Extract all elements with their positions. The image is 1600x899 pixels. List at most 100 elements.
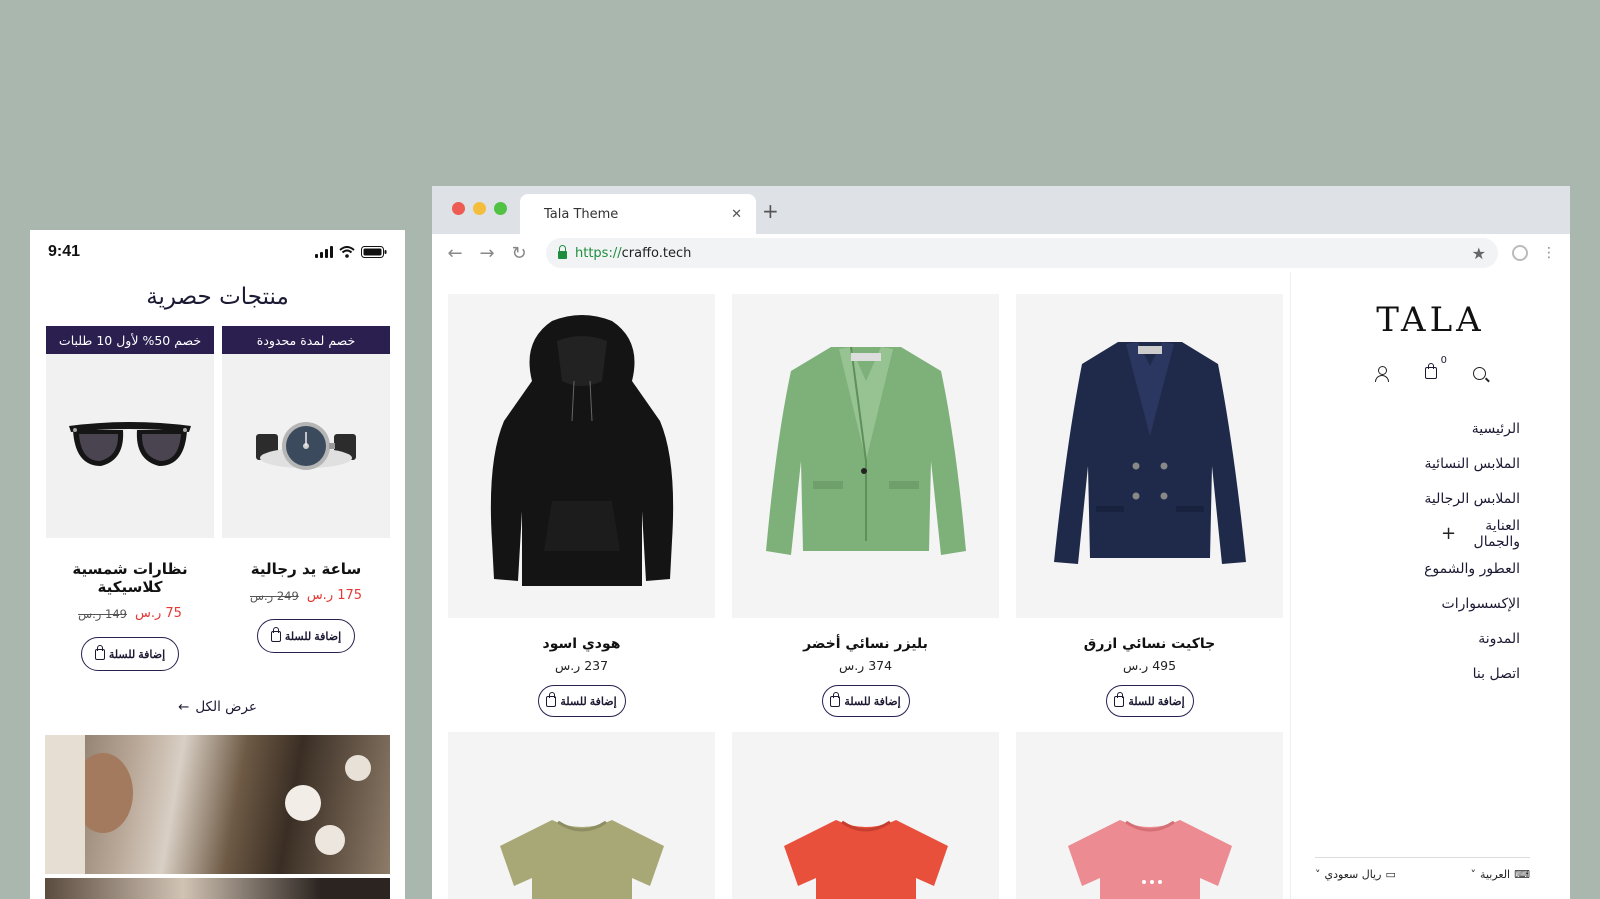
language-selector[interactable]: ⌨ العربية ˅ (1471, 868, 1530, 881)
tab-strip: Tala Theme ✕ + (432, 186, 1570, 234)
product-name[interactable]: نظارات شمسية كلاسيكية (46, 560, 214, 596)
url-scheme: https:// (575, 245, 622, 261)
wifi-icon (339, 246, 355, 258)
shopping-bag-icon (1114, 691, 1125, 707)
bookmark-star-icon[interactable]: ★ (1472, 244, 1486, 263)
wallet-icon: ▭ (1385, 868, 1396, 881)
minimize-window-button[interactable] (473, 202, 486, 215)
reload-icon[interactable]: ↻ (510, 243, 528, 264)
cart-count-badge: 0 (1440, 355, 1447, 366)
new-tab-icon[interactable]: + (762, 199, 779, 223)
sale-price: 175 ر.س (306, 588, 363, 603)
header-actions: 0 (1291, 355, 1570, 383)
product-image-tshirt[interactable] (1016, 732, 1283, 899)
product-image-tshirt[interactable] (448, 732, 715, 899)
green-blazer-image (765, 346, 966, 555)
browser-window: Tala Theme ✕ + ← → ↻ https://craffo.tech… (432, 186, 1570, 899)
shopping-bag-icon (1425, 363, 1437, 379)
mobile-preview: 9:41 منتجات حصرية خصم لمدة محدودة ساعة ي… (30, 230, 405, 899)
signal-icon (315, 246, 333, 258)
product-price: 495 ر.س (1122, 658, 1177, 673)
product-grid: هودي اسود 237 ر.س إضافة للسلة بليزر نسائ… (448, 294, 1283, 717)
sidebar-footer: ⌨ العربية ˅ ▭ ريال سعودي ˅ (1315, 857, 1530, 881)
promo-products: خصم لمدة محدودة ساعة يد رجالية 175 ر.س 2… (30, 326, 405, 671)
add-to-cart-button[interactable]: إضافة للسلة (1105, 685, 1194, 717)
status-bar: 9:41 (30, 230, 405, 274)
nav-item-home[interactable]: الرئيسية (1291, 411, 1520, 446)
translate-icon: ⌨ (1514, 868, 1530, 881)
product-image-wristwatch[interactable] (222, 354, 390, 538)
product-card[interactable]: هودي اسود 237 ر.س إضافة للسلة (448, 294, 715, 717)
chevron-down-icon: ˅ (1470, 868, 1477, 881)
shopping-bag-icon (830, 691, 841, 707)
product-price: 237 ر.س (554, 658, 609, 673)
promo-banner: خصم 50% لأول 10 طلبات (46, 326, 214, 354)
browser-tab[interactable]: Tala Theme ✕ (520, 194, 756, 234)
nav-item-accessories[interactable]: الإكسسوارات (1291, 586, 1520, 621)
product-name[interactable]: جاكيت نسائي ازرق (1016, 636, 1283, 652)
window-controls (452, 202, 507, 215)
original-price: 149 ر.س (78, 606, 127, 621)
battery-icon (361, 246, 387, 258)
product-name[interactable]: بليزر نسائي أخضر (732, 636, 999, 652)
pink-tshirt-image (1067, 820, 1232, 899)
original-price: 249 ر.س (249, 588, 299, 603)
search-icon[interactable] (1473, 367, 1486, 380)
main-navigation: الرئيسية الملابس النسائية الملابس الرجال… (1291, 411, 1570, 691)
section-title: منتجات حصرية (146, 284, 289, 310)
close-window-button[interactable] (452, 202, 465, 215)
back-icon[interactable]: ← (446, 243, 464, 264)
product-card[interactable]: جاكيت نسائي ازرق 495 ر.س إضافة للسلة (1016, 294, 1283, 717)
product-price: 374 ر.س (838, 658, 893, 673)
sunglasses-image (69, 422, 191, 466)
lifestyle-banner-image[interactable] (45, 878, 390, 899)
nav-item-blog[interactable]: المدونة (1291, 621, 1520, 656)
product-card[interactable]: بليزر نسائي أخضر 374 ر.س إضافة للسلة (732, 294, 999, 717)
nav-item-perfumes-candles[interactable]: العطور والشموع (1291, 551, 1520, 586)
product-image-green-blazer[interactable] (732, 294, 999, 618)
blue-jacket-image (1053, 342, 1246, 564)
more-menu-icon[interactable]: ⋮ (1542, 245, 1556, 261)
lifestyle-banner-image[interactable] (45, 735, 390, 874)
browser-toolbar: ← → ↻ https://craffo.tech ★ ⋮ (432, 234, 1570, 272)
product-card[interactable] (1016, 732, 1283, 899)
product-card[interactable]: خصم لمدة محدودة ساعة يد رجالية 175 ر.س 2… (222, 326, 390, 671)
nav-item-womens-clothing[interactable]: الملابس النسائية (1291, 446, 1520, 481)
address-bar[interactable]: https://craffo.tech ★ (546, 238, 1498, 268)
promo-banner: خصم لمدة محدودة (222, 326, 390, 354)
user-account-icon[interactable] (1375, 365, 1389, 382)
currency-selector[interactable]: ▭ ريال سعودي ˅ (1315, 868, 1396, 881)
add-to-cart-button[interactable]: إضافة للسلة (81, 637, 179, 671)
nav-item-mens-clothing[interactable]: الملابس الرجالية (1291, 481, 1520, 516)
product-image-hoodie[interactable] (448, 294, 715, 618)
add-to-cart-button[interactable]: إضافة للسلة (821, 685, 910, 717)
product-image-blue-jacket[interactable] (1016, 294, 1283, 618)
product-name[interactable]: هودي اسود (448, 636, 715, 652)
cart-button[interactable]: 0 (1425, 355, 1447, 383)
lamp-shape (285, 785, 321, 821)
product-image-sunglasses[interactable] (46, 354, 214, 538)
product-card[interactable] (448, 732, 715, 899)
product-image-tshirt[interactable] (732, 732, 999, 899)
store-page: هودي اسود 237 ر.س إضافة للسلة بليزر نسائ… (432, 272, 1570, 899)
arrow-left-icon: ← (178, 699, 190, 715)
product-card[interactable]: خصم 50% لأول 10 طلبات نظارات شمسية كلاسي… (46, 326, 214, 671)
add-to-cart-button[interactable]: إضافة للسلة (257, 619, 355, 653)
olive-tshirt-image (499, 820, 664, 899)
product-name[interactable]: ساعة يد رجالية (222, 560, 390, 578)
product-listing: هودي اسود 237 ر.س إضافة للسلة بليزر نسائ… (432, 272, 1290, 899)
forward-icon[interactable]: → (478, 243, 496, 264)
status-time: 9:41 (48, 243, 81, 260)
product-card[interactable] (732, 732, 999, 899)
red-tshirt-image (783, 820, 948, 899)
add-to-cart-button[interactable]: إضافة للسلة (537, 685, 626, 717)
store-logo[interactable]: TALA (1291, 300, 1570, 340)
maximize-window-button[interactable] (494, 202, 507, 215)
view-all-link[interactable]: عرض الكل ← (30, 699, 405, 715)
close-tab-icon[interactable]: ✕ (731, 207, 742, 222)
nav-item-beauty-care[interactable]: العناية والجمال + (1291, 516, 1520, 551)
nav-item-contact[interactable]: اتصل بنا (1291, 656, 1520, 691)
expand-plus-icon[interactable]: + (1441, 523, 1456, 544)
url-host: craffo.tech (621, 245, 692, 261)
profile-icon[interactable] (1512, 245, 1528, 261)
